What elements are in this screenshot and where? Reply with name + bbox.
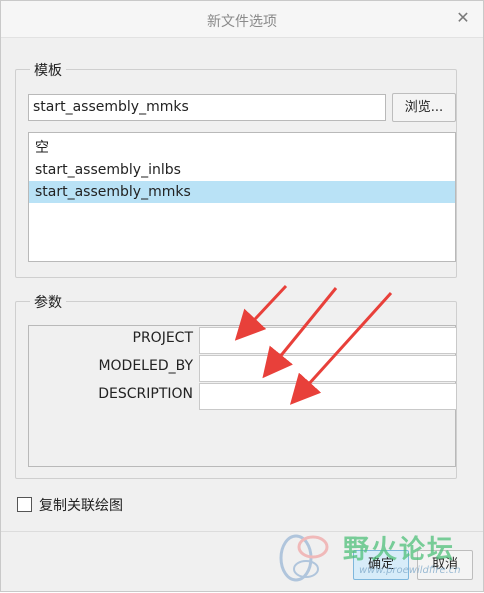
arrow-to-description [289,291,393,405]
arrow-to-modeled-by [262,287,338,379]
watermark-url: www.proewildfire.cn [359,565,461,576]
copy-drawing-label: 复制关联绘图 [39,498,123,514]
arrow-to-project [234,284,288,341]
watermark-title: 野火论坛 [343,535,456,565]
new-file-options-dialog: 新文件选项 ✕ 模板 start_assembly_mmks 浏览... 空 s… [0,0,484,592]
watermark-logo: 野火论坛 www.proewildfire.cn [271,525,476,585]
copy-drawing-checkbox[interactable] [17,497,32,512]
